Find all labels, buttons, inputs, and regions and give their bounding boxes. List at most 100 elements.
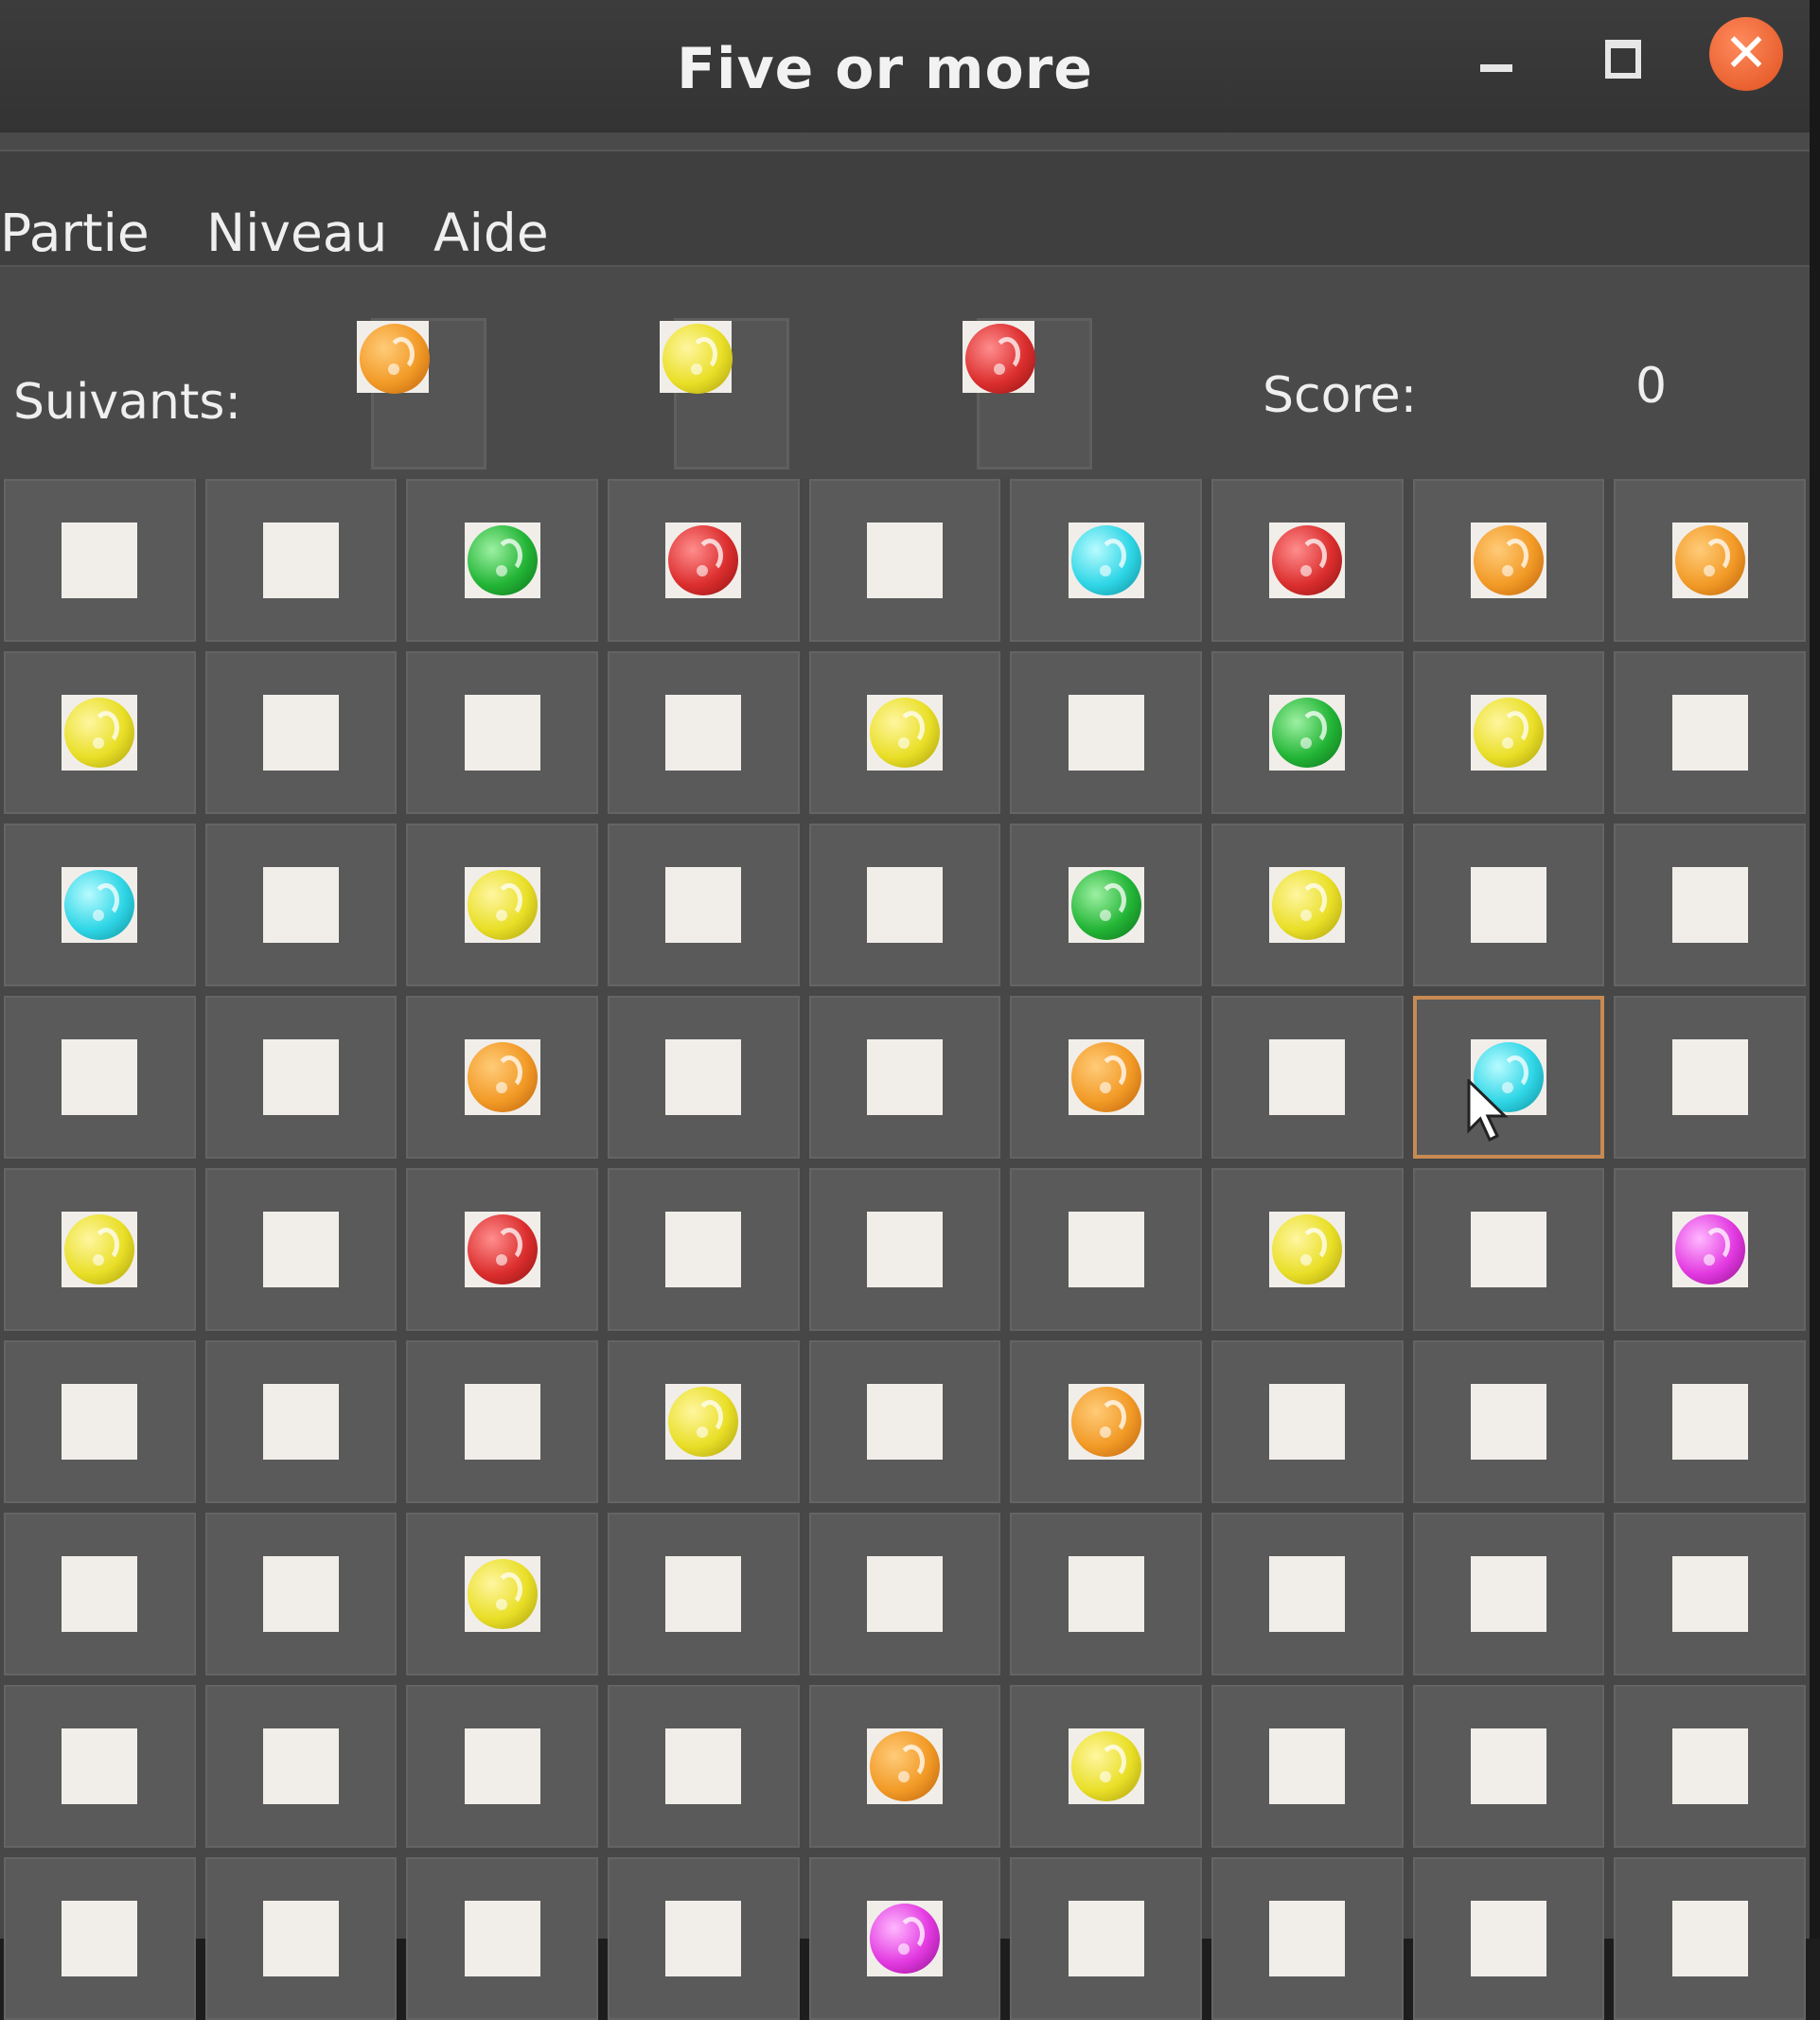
magenta-ball-icon[interactable]	[869, 1904, 940, 1974]
board-cell[interactable]	[1010, 824, 1202, 986]
board-cell[interactable]	[1614, 1168, 1806, 1331]
board-cell[interactable]	[1211, 479, 1404, 642]
board-cell[interactable]	[1211, 1513, 1404, 1675]
board-cell[interactable]	[808, 996, 1001, 1159]
orange-ball-icon[interactable]	[467, 1042, 538, 1112]
board-cell[interactable]	[1211, 1168, 1404, 1331]
board-cell[interactable]	[608, 1685, 800, 1848]
board-cell[interactable]	[204, 824, 398, 986]
board-cell[interactable]	[1010, 1340, 1202, 1503]
red-ball-icon[interactable]	[668, 525, 739, 595]
board-cell[interactable]	[1010, 1857, 1202, 2020]
yellow-ball-icon[interactable]	[1070, 1731, 1141, 1801]
board-cell[interactable]	[1211, 651, 1404, 814]
board-cell[interactable]	[1614, 824, 1806, 986]
orange-ball-icon[interactable]	[1070, 1387, 1141, 1457]
menu-aide[interactable]: Aide	[433, 203, 549, 263]
board-cell[interactable]	[1211, 1340, 1404, 1503]
board-cell[interactable]	[1412, 1685, 1605, 1848]
board-cell[interactable]	[4, 1513, 196, 1675]
board-cell[interactable]	[204, 1340, 398, 1503]
board-cell[interactable]	[204, 479, 398, 642]
board-cell[interactable]	[4, 1857, 196, 2020]
orange-ball-icon[interactable]	[1674, 525, 1745, 595]
close-button[interactable]: ✕	[1709, 17, 1783, 91]
board-cell[interactable]	[406, 996, 598, 1159]
board-cell[interactable]	[608, 1857, 800, 2020]
board-cell[interactable]	[1211, 1857, 1404, 2020]
board-cell[interactable]	[808, 824, 1001, 986]
yellow-ball-icon[interactable]	[467, 870, 538, 940]
board-cell[interactable]	[4, 996, 196, 1159]
board-cell[interactable]	[1010, 1685, 1202, 1848]
board-cell[interactable]	[406, 1340, 598, 1503]
board-cell[interactable]	[1614, 1513, 1806, 1675]
yellow-ball-icon[interactable]	[64, 698, 135, 768]
board-cell[interactable]	[1010, 479, 1202, 642]
orange-ball-icon[interactable]	[1473, 525, 1544, 595]
board-cell[interactable]	[1010, 996, 1202, 1159]
yellow-ball-icon[interactable]	[869, 698, 940, 768]
board-cell[interactable]	[1211, 996, 1404, 1159]
board-cell[interactable]	[4, 1685, 196, 1848]
yellow-ball-icon[interactable]	[1473, 698, 1544, 768]
maximize-button[interactable]	[1582, 19, 1658, 95]
board-cell[interactable]	[1614, 1685, 1806, 1848]
board-cell[interactable]	[1412, 651, 1605, 814]
board-cell[interactable]	[608, 1168, 800, 1331]
board-cell[interactable]	[1614, 996, 1806, 1159]
board-cell[interactable]	[1614, 1857, 1806, 2020]
board-cell[interactable]	[1010, 1513, 1202, 1675]
menu-niveau[interactable]: Niveau	[206, 203, 387, 263]
board-cell[interactable]	[1412, 1513, 1605, 1675]
yellow-ball-icon[interactable]	[668, 1387, 739, 1457]
board-cell[interactable]	[204, 996, 398, 1159]
green-ball-icon[interactable]	[1272, 698, 1343, 768]
board-cell[interactable]	[1211, 1685, 1404, 1848]
red-ball-icon[interactable]	[1272, 525, 1343, 595]
cyan-ball-icon[interactable]	[1070, 525, 1141, 595]
board-cell[interactable]	[1412, 1168, 1605, 1331]
board-cell[interactable]	[406, 479, 598, 642]
board-cell[interactable]	[1412, 1340, 1605, 1503]
yellow-ball-icon[interactable]	[467, 1559, 538, 1629]
red-ball-icon[interactable]	[467, 1214, 538, 1285]
board-cell[interactable]	[1614, 1340, 1806, 1503]
board-cell[interactable]	[1412, 479, 1605, 642]
board-cell[interactable]	[406, 651, 598, 814]
board-cell[interactable]	[4, 651, 196, 814]
board-cell[interactable]	[808, 1340, 1001, 1503]
green-ball-icon[interactable]	[1070, 870, 1141, 940]
board-cell[interactable]	[808, 651, 1001, 814]
board-cell[interactable]	[204, 1513, 398, 1675]
title-bar[interactable]: Five or more ✕	[0, 0, 1810, 133]
cyan-ball-icon[interactable]	[64, 870, 135, 940]
board-cell[interactable]	[4, 1340, 196, 1503]
yellow-ball-icon[interactable]	[1272, 1214, 1343, 1285]
yellow-ball-icon[interactable]	[64, 1214, 135, 1285]
yellow-ball-icon[interactable]	[1272, 870, 1343, 940]
menu-partie[interactable]: Partie	[0, 203, 150, 263]
board-cell[interactable]	[808, 479, 1001, 642]
orange-ball-icon[interactable]	[1070, 1042, 1141, 1112]
board-cell[interactable]	[406, 1857, 598, 2020]
board-cell[interactable]	[4, 1168, 196, 1331]
board-cell[interactable]	[608, 1513, 800, 1675]
board-cell[interactable]	[608, 1340, 800, 1503]
board-cell[interactable]	[1614, 651, 1806, 814]
board-cell[interactable]	[406, 1513, 598, 1675]
magenta-ball-icon[interactable]	[1674, 1214, 1745, 1285]
board-cell[interactable]	[1614, 479, 1806, 642]
board-cell[interactable]	[204, 1168, 398, 1331]
board-cell[interactable]	[1412, 824, 1605, 986]
board-cell[interactable]	[4, 479, 196, 642]
board-cell[interactable]	[808, 1513, 1001, 1675]
board-cell[interactable]	[808, 1168, 1001, 1331]
board-cell[interactable]	[1010, 1168, 1202, 1331]
board-cell[interactable]	[808, 1857, 1001, 2020]
board-cell[interactable]	[204, 651, 398, 814]
orange-ball-icon[interactable]	[869, 1731, 940, 1801]
board-cell[interactable]	[406, 824, 598, 986]
green-ball-icon[interactable]	[467, 525, 538, 595]
board-cell[interactable]	[204, 1685, 398, 1848]
